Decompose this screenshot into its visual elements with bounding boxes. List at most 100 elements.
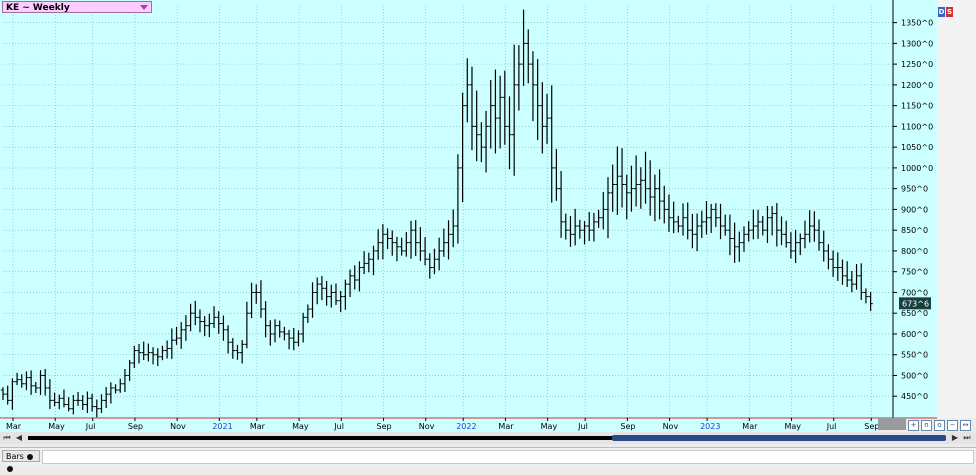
scroll-start-icon[interactable]: ⏮ — [2, 433, 12, 443]
price-bar — [446, 220, 451, 260]
record-icon — [27, 454, 34, 460]
price-bar — [61, 389, 67, 408]
price-bar — [122, 368, 128, 392]
price-bar — [291, 327, 296, 351]
price-bar — [558, 171, 564, 238]
x-tick-label: May — [541, 422, 558, 431]
arrow-left-icon[interactable]: ◀ — [14, 433, 24, 443]
price-bar — [629, 165, 634, 212]
x-tick-label: May — [292, 422, 309, 431]
price-bar — [324, 280, 329, 306]
price-bar — [418, 227, 423, 261]
y-tick-label: 550^0 — [901, 351, 928, 360]
x-tick-label: Jul — [333, 422, 344, 431]
price-bar — [821, 230, 826, 262]
price-bar — [788, 232, 794, 259]
price-bar — [141, 341, 146, 361]
scroll-end-icon[interactable]: ⏭ — [962, 433, 972, 443]
chart-title[interactable]: KE ~ Weekly — [2, 1, 152, 13]
price-bar — [33, 381, 39, 394]
x-tick-label: Sep — [128, 422, 143, 431]
price-bar — [380, 224, 386, 260]
price-bar — [746, 221, 751, 242]
price-bar — [103, 387, 109, 409]
price-bar — [244, 301, 250, 349]
price-bar — [385, 228, 390, 249]
price-bar — [774, 203, 780, 247]
x-tick-label: Sep — [376, 422, 391, 431]
price-bar — [732, 222, 737, 263]
price-bar — [610, 164, 615, 212]
price-bar — [277, 320, 282, 338]
price-bar — [113, 384, 118, 394]
price-bar — [568, 215, 573, 247]
price-bar — [254, 284, 259, 304]
close-icon[interactable]: S — [946, 7, 953, 17]
price-bar — [615, 146, 620, 215]
price-bar — [587, 212, 592, 242]
status-field — [42, 450, 974, 464]
y-tick-label: 1250^0 — [901, 60, 933, 69]
price-bar — [24, 371, 29, 391]
axis-scroll-block[interactable] — [878, 418, 906, 430]
price-bar — [699, 210, 704, 238]
price-bar — [751, 209, 756, 240]
price-bar — [638, 167, 644, 209]
price-bar — [43, 369, 48, 396]
price-bar — [230, 338, 236, 359]
price-bar — [798, 233, 803, 256]
price-bar — [647, 160, 653, 216]
price-bar — [502, 70, 508, 145]
price-bar — [436, 237, 442, 271]
price-bar — [66, 397, 71, 412]
zoom-out-button[interactable]: − — [947, 420, 958, 431]
price-bar — [657, 169, 662, 220]
price-bar — [28, 370, 34, 395]
price-bar — [690, 213, 695, 249]
y-tick-label: 1000^0 — [901, 164, 933, 173]
price-bar — [183, 315, 189, 341]
arrow-right-icon[interactable]: ▶ — [950, 433, 960, 443]
zoom-in-button[interactable]: + — [908, 420, 919, 431]
price-bar — [830, 250, 836, 277]
horizontal-scrollbar[interactable]: ⏮ ◀ ▶ ⏭ — [0, 432, 976, 444]
zoom-range-button[interactable]: ↔ — [960, 420, 971, 431]
zoom-fit-button[interactable]: n — [921, 420, 932, 431]
price-bar — [451, 209, 456, 248]
price-bar — [361, 251, 367, 275]
settings-icon[interactable]: D — [938, 7, 945, 17]
chevron-down-icon[interactable] — [140, 5, 148, 10]
price-bar — [863, 288, 869, 304]
price-bar — [343, 279, 348, 310]
price-bar — [676, 215, 681, 233]
price-bar — [94, 399, 99, 418]
x-tick-label: Jul — [577, 422, 588, 431]
price-bar — [399, 237, 404, 256]
x-tick-label: Nov — [419, 422, 435, 431]
price-bar — [5, 385, 10, 405]
price-bar — [174, 326, 179, 345]
bars-tab[interactable]: Bars — [2, 450, 40, 472]
price-bar — [816, 219, 822, 251]
zoom-reset-button[interactable]: o — [934, 420, 945, 431]
price-bar — [404, 232, 409, 257]
x-tick-label: Nov — [663, 422, 679, 431]
y-tick-label: 1350^0 — [901, 19, 933, 28]
scroll-thumb[interactable] — [612, 435, 946, 441]
price-bar — [685, 202, 690, 240]
y-tick-label: 950^0 — [901, 185, 928, 194]
price-bar — [511, 44, 517, 176]
price-bar — [802, 220, 808, 249]
price-bar — [779, 216, 784, 246]
price-bar — [413, 220, 418, 256]
price-bar — [71, 394, 76, 415]
price-bar — [708, 203, 714, 233]
price-bar — [680, 203, 686, 236]
x-tick-label: Mar — [6, 422, 22, 431]
price-bar — [315, 277, 320, 305]
price-bar — [286, 329, 292, 350]
price-bar — [844, 261, 850, 287]
price-bar — [479, 122, 484, 163]
price-bar — [840, 259, 845, 285]
price-bar — [826, 244, 831, 270]
